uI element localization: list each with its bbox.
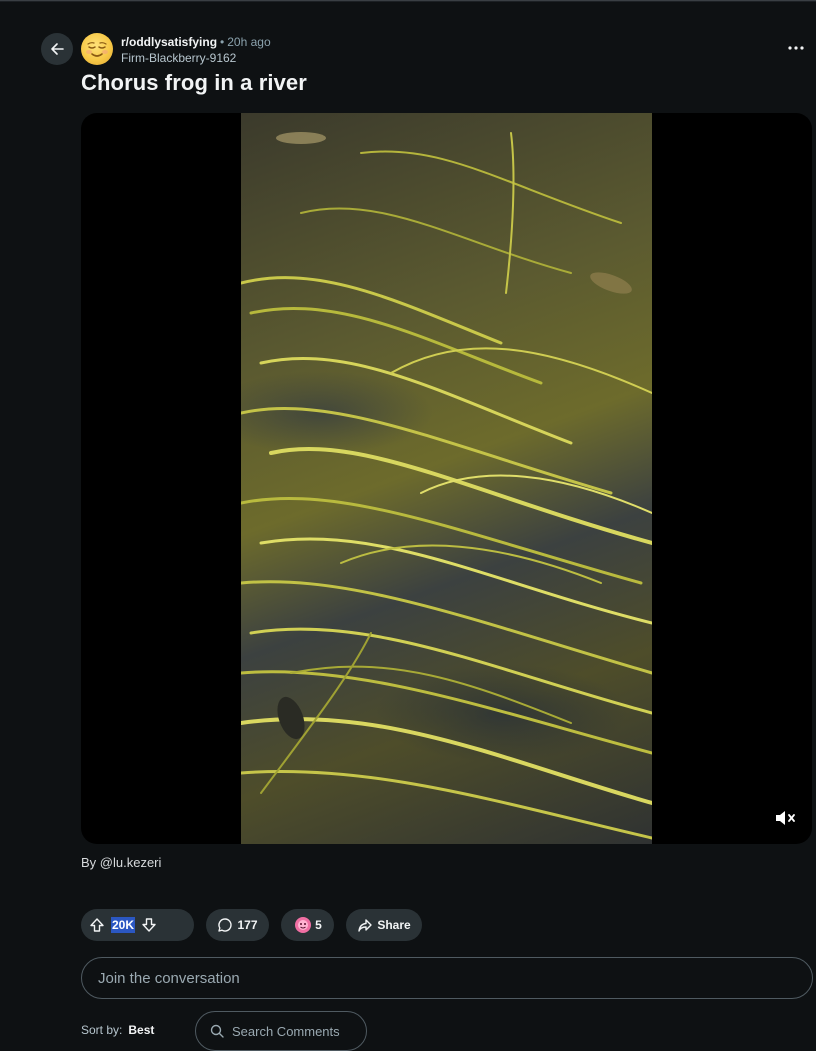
award-button[interactable]: 5 [281,909,334,941]
more-horizontal-icon [788,46,804,50]
mute-button[interactable] [774,808,798,828]
arrow-left-icon [51,43,64,55]
grass-in-water-image [241,132,652,840]
meta-separator: • [220,35,225,49]
more-options-button[interactable] [782,38,810,58]
sort-control[interactable]: Sort by: Best [81,1023,154,1037]
comment-bubble-icon [218,918,233,932]
search-icon [210,1024,224,1038]
search-comments-placeholder: Search Comments [232,1023,340,1039]
vote-score: 20K [111,917,136,933]
video-frame[interactable] [241,113,652,844]
downvote-arrow-icon[interactable] [141,917,157,933]
video-player[interactable] [81,113,812,844]
post-meta: r/oddlysatisfying • 20h ago Firm-Blackberr… [121,34,271,66]
share-arrow-icon [358,919,373,932]
awards-count: 5 [315,918,322,932]
relieved-face-icon [86,42,108,57]
post-time: 20h ago [227,35,271,49]
sort-label: Sort by: [81,1023,123,1037]
subreddit-link[interactable]: r/oddlysatisfying [121,35,217,49]
comments-count: 177 [237,918,258,932]
sort-value: Best [128,1023,155,1037]
award-icon [295,917,312,933]
share-button[interactable]: Share [346,909,422,941]
post-title: Chorus frog in a river [81,70,307,95]
join-conversation-input[interactable] [81,957,813,999]
subreddit-avatar[interactable] [81,33,113,65]
back-button[interactable] [41,33,73,65]
vote-control: 20K [81,909,194,941]
post-credit: By @lu.kezeri [81,855,162,870]
search-comments-input[interactable]: Search Comments [195,1011,367,1051]
post-actions: 20K 177 5 Share [81,909,422,941]
author-link[interactable]: Firm-Blackberry-9162 [121,50,271,66]
comments-button[interactable]: 177 [206,909,269,941]
upvote-arrow-icon[interactable] [89,917,105,933]
share-label: Share [377,918,411,932]
speaker-muted-icon [776,811,795,825]
